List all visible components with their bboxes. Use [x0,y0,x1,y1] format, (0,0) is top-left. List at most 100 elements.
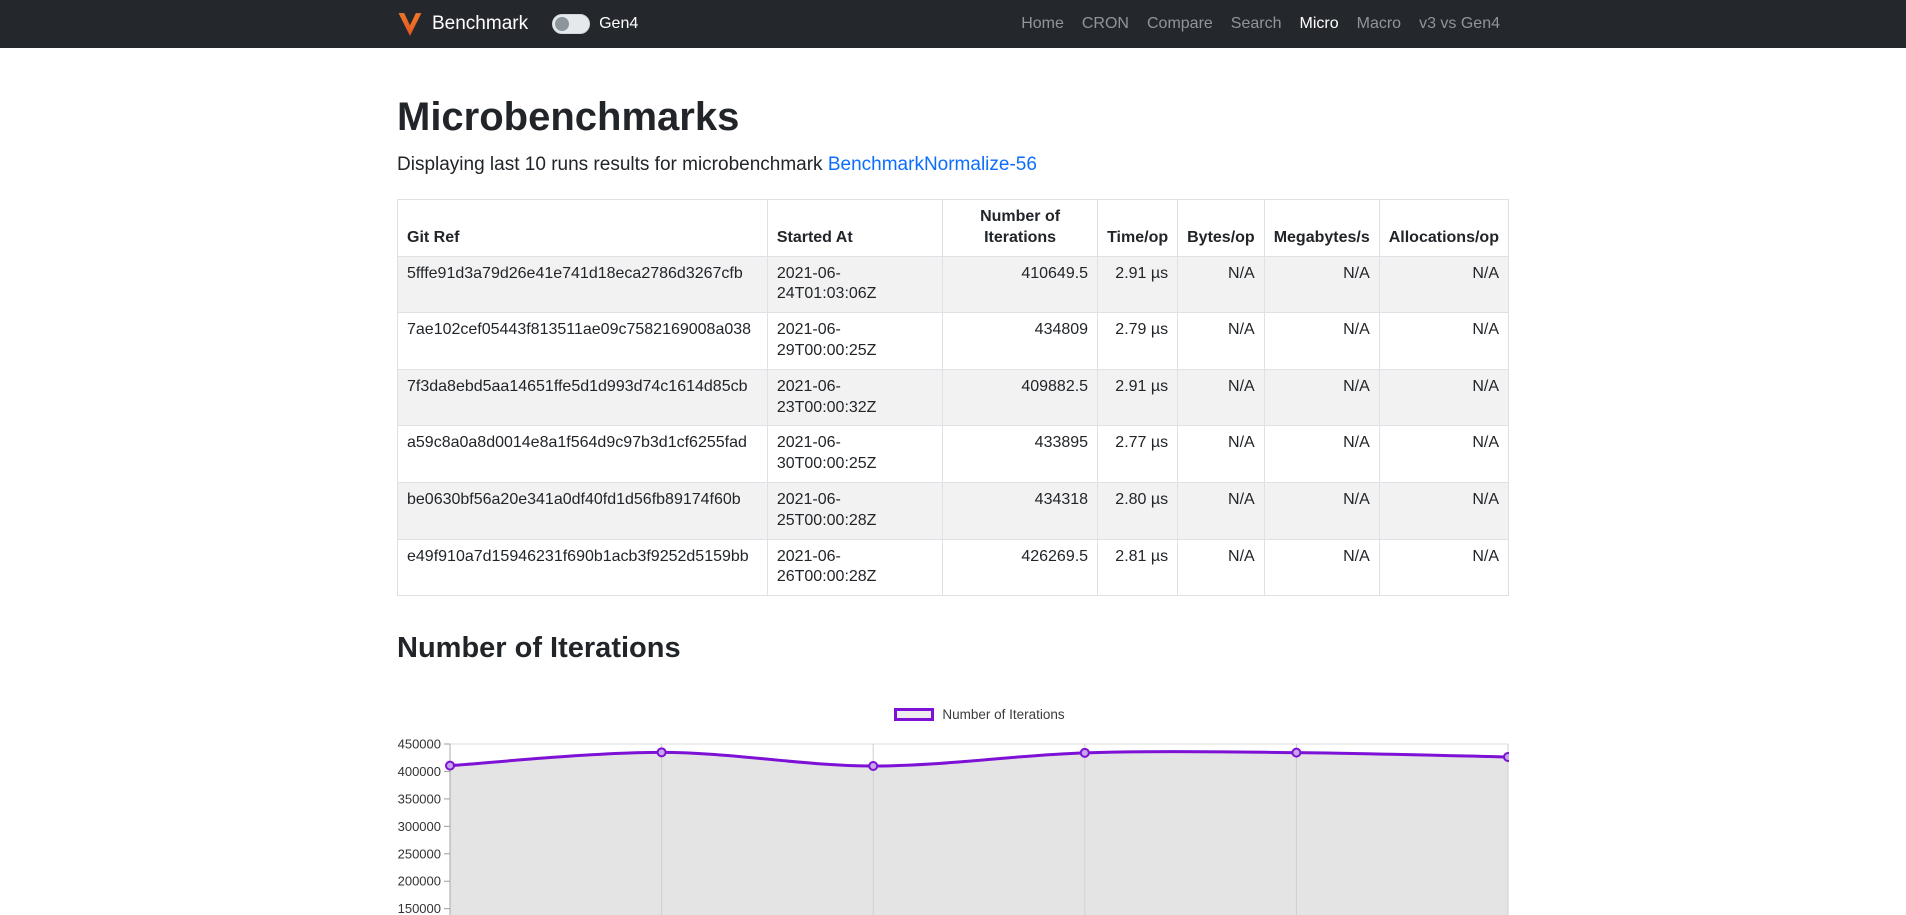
y-tick-label: 250000 [398,846,441,861]
y-tick-label: 450000 [398,737,441,752]
subtitle: Displaying last 10 runs results for micr… [397,154,1509,176]
subtitle-text: Displaying last 10 runs results for micr… [397,154,828,175]
main-content: Microbenchmarks Displaying last 10 runs … [397,93,1509,915]
nav-link-search[interactable]: Search [1222,11,1291,37]
y-tick-label: 400000 [398,764,441,779]
cell-time-op: 2.91 µs [1098,256,1178,313]
cell-started-at: 2021-06-26T00:00:28Z [767,539,942,596]
cell-allocations-op: N/A [1379,369,1508,426]
cell-allocations-op: N/A [1379,426,1508,483]
cell-git-ref: a59c8a0a8d0014e8a1f564d9c97b3d1cf6255fad [398,426,768,483]
table-row: 7ae102cef05443f813511ae09c7582169008a038… [398,313,1509,370]
cell-started-at: 2021-06-30T00:00:25Z [767,426,942,483]
cell-bytes-op: N/A [1178,256,1265,313]
nav-item: Search [1222,11,1291,37]
cell-git-ref: 5fffe91d3a79d26e41e741d18eca2786d3267cfb [398,256,768,313]
nav-link-macro[interactable]: Macro [1348,11,1410,37]
table-row: a59c8a0a8d0014e8a1f564d9c97b3d1cf6255fad… [398,426,1509,483]
cell-megabytes-s: N/A [1264,426,1379,483]
cell-bytes-op: N/A [1178,426,1265,483]
cell-time-op: 2.80 µs [1098,482,1178,539]
chart-section-title: Number of Iterations [397,632,1509,665]
cell-allocations-op: N/A [1379,313,1508,370]
cell-time-op: 2.79 µs [1098,313,1178,370]
results-table: Git RefStarted AtNumber of IterationsTim… [397,199,1509,596]
col-header-time-op: Time/op [1098,200,1178,257]
cell-iterations: 433895 [943,426,1098,483]
data-point-marker [1292,749,1300,757]
nav-link-compare[interactable]: Compare [1138,11,1222,37]
gen4-toggle[interactable] [552,14,590,34]
cell-megabytes-s: N/A [1264,313,1379,370]
data-point-marker [446,762,454,770]
iterations-chart: 0500001000001500002000002500003000003500… [397,731,1509,915]
cell-iterations: 409882.5 [943,369,1098,426]
y-tick-label: 150000 [398,901,441,915]
cell-git-ref: 7f3da8ebd5aa14651ffe5d1d993d74c1614d85cb [398,369,768,426]
nav-item: CRON [1073,11,1138,37]
legend-label: Number of Iterations [942,707,1064,722]
col-header-bytes-op: Bytes/op [1178,200,1265,257]
nav-link-v3-vs-gen4[interactable]: v3 vs Gen4 [1410,11,1509,37]
data-point-marker [1081,749,1089,757]
brand-title: Benchmark [432,13,528,35]
cell-iterations: 426269.5 [943,539,1098,596]
nav-link-cron[interactable]: CRON [1073,11,1138,37]
cell-allocations-op: N/A [1379,256,1508,313]
nav-link-micro[interactable]: Micro [1291,11,1348,37]
brand-link[interactable]: Benchmark [397,11,528,37]
cell-allocations-op: N/A [1379,482,1508,539]
y-tick-label: 200000 [398,874,441,889]
col-header-iterations: Number of Iterations [943,200,1098,257]
col-header-git-ref: Git Ref [398,200,768,257]
cell-bytes-op: N/A [1178,482,1265,539]
col-header-megabytes-s: Megabytes/s [1264,200,1379,257]
cell-iterations: 434809 [943,313,1098,370]
cell-megabytes-s: N/A [1264,482,1379,539]
nav-item: Compare [1138,11,1222,37]
top-navbar: Benchmark Gen4 HomeCRONCompareSearchMicr… [0,0,1906,48]
cell-git-ref: e49f910a7d15946231f690b1acb3f9252d5159bb [398,539,768,596]
nav-item: Macro [1348,11,1410,37]
legend-swatch-icon [894,708,934,721]
data-point-marker [1504,753,1509,761]
nav-item: Micro [1291,11,1348,37]
page-title: Microbenchmarks [397,93,1509,141]
nav-link-home[interactable]: Home [1012,11,1073,37]
legend-item-iterations[interactable]: Number of Iterations [894,707,1064,722]
table-row: be0630bf56a20e341a0df40fd1d56fb89174f60b… [398,482,1509,539]
nav-item: v3 vs Gen4 [1410,11,1509,37]
cell-allocations-op: N/A [1379,539,1508,596]
table-row: 7f3da8ebd5aa14651ffe5d1d993d74c1614d85cb… [398,369,1509,426]
vitess-logo-icon [397,11,423,37]
toggle-knob [555,17,569,31]
benchmark-link[interactable]: BenchmarkNormalize-56 [828,154,1037,175]
gen4-toggle-label: Gen4 [599,15,638,33]
cell-megabytes-s: N/A [1264,369,1379,426]
iterations-chart-svg: 0500001000001500002000002500003000003500… [397,731,1509,915]
cell-started-at: 2021-06-23T00:00:32Z [767,369,942,426]
cell-megabytes-s: N/A [1264,539,1379,596]
cell-time-op: 2.77 µs [1098,426,1178,483]
cell-megabytes-s: N/A [1264,256,1379,313]
nav-links: HomeCRONCompareSearchMicroMacrov3 vs Gen… [1012,11,1509,37]
table-row: 5fffe91d3a79d26e41e741d18eca2786d3267cfb… [398,256,1509,313]
cell-started-at: 2021-06-25T00:00:28Z [767,482,942,539]
cell-bytes-op: N/A [1178,539,1265,596]
area-fill [450,752,1508,915]
table-header-row: Git RefStarted AtNumber of IterationsTim… [398,200,1509,257]
col-header-allocations-op: Allocations/op [1379,200,1508,257]
cell-git-ref: be0630bf56a20e341a0df40fd1d56fb89174f60b [398,482,768,539]
cell-bytes-op: N/A [1178,369,1265,426]
cell-git-ref: 7ae102cef05443f813511ae09c7582169008a038 [398,313,768,370]
chart-legend: Number of Iterations [397,707,1509,726]
table-row: e49f910a7d15946231f690b1acb3f9252d5159bb… [398,539,1509,596]
cell-iterations: 434318 [943,482,1098,539]
cell-iterations: 410649.5 [943,256,1098,313]
y-tick-label: 300000 [398,819,441,834]
y-tick-label: 350000 [398,792,441,807]
cell-time-op: 2.91 µs [1098,369,1178,426]
col-header-started-at: Started At [767,200,942,257]
data-point-marker [658,748,666,756]
cell-bytes-op: N/A [1178,313,1265,370]
